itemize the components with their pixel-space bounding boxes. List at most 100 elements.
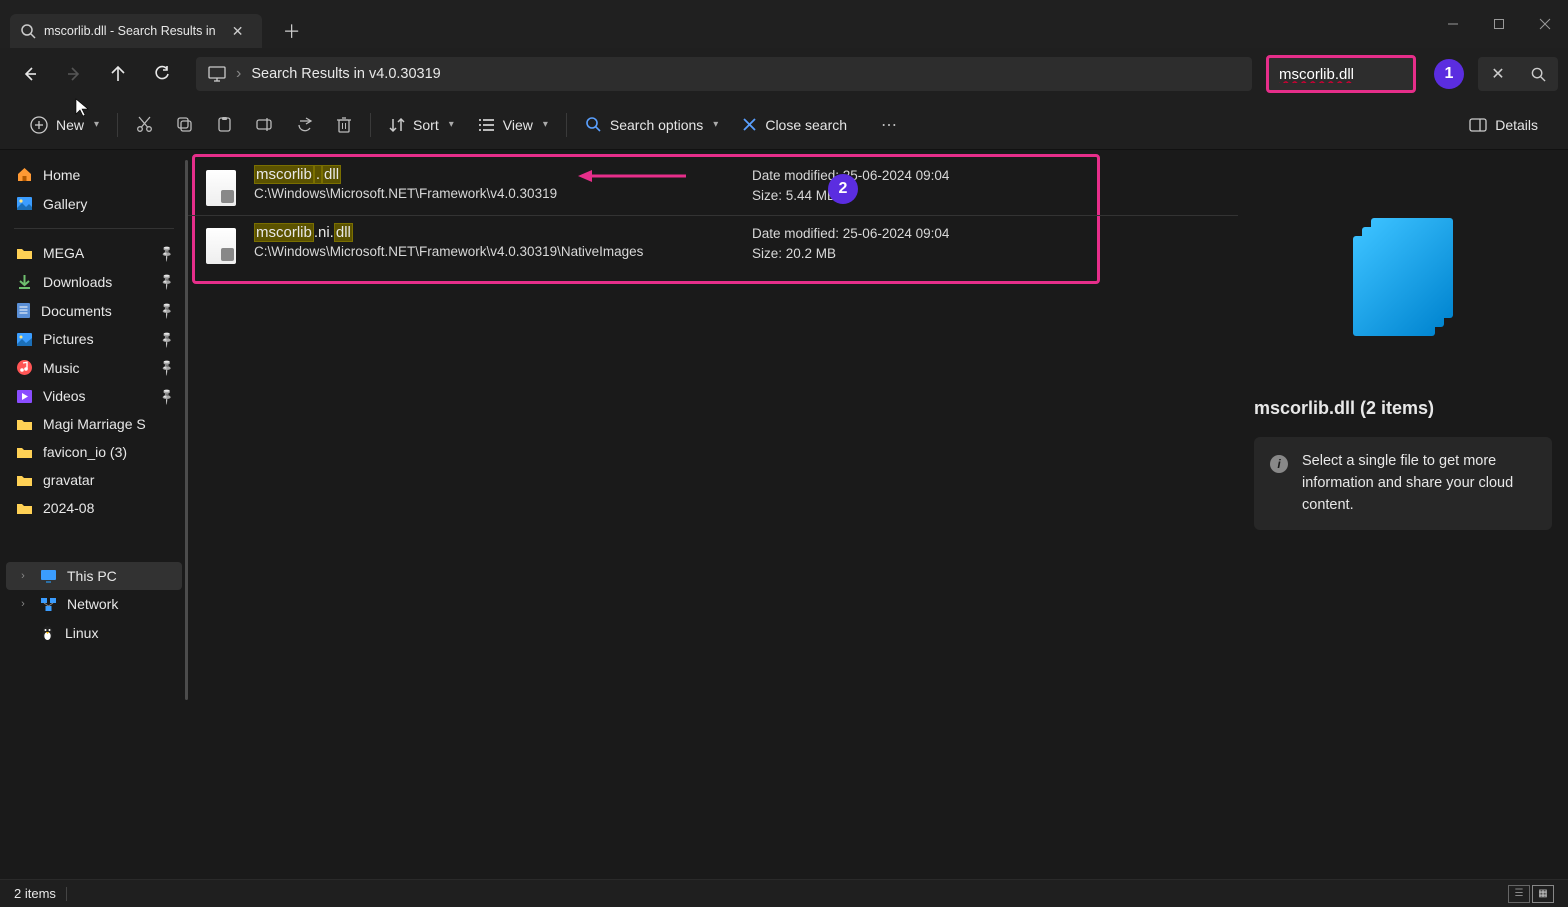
search-result-row[interactable]: mscorlib.ni.dll C:\Windows\Microsoft.NET… xyxy=(188,215,1238,273)
sidebar-folder[interactable]: gravatar xyxy=(6,466,182,494)
sidebar-item-label: gravatar xyxy=(43,472,94,488)
monitor-icon xyxy=(208,66,226,82)
home-icon xyxy=(16,166,33,183)
document-icon xyxy=(16,302,31,319)
view-icon xyxy=(478,118,495,132)
folder-icon xyxy=(16,473,33,487)
search-result-row[interactable]: mscorlib.dll C:\Windows\Microsoft.NET\Fr… xyxy=(188,158,1238,215)
view-details-toggle[interactable]: ☰ xyxy=(1508,885,1530,903)
dll-file-icon xyxy=(206,170,236,206)
annotation-badge-2: 2 xyxy=(828,174,858,204)
tab-title: mscorlib.dll - Search Results in xyxy=(44,24,216,38)
plus-circle-icon xyxy=(30,116,48,134)
music-icon xyxy=(16,359,33,376)
chevron-right-icon[interactable]: › xyxy=(16,598,30,610)
sidebar-mega[interactable]: MEGA xyxy=(6,239,182,267)
paste-button[interactable] xyxy=(204,107,244,143)
window-controls xyxy=(1430,4,1568,44)
tab-close-button[interactable]: ✕ xyxy=(224,17,252,45)
results-area: mscorlib.dll C:\Windows\Microsoft.NET\Fr… xyxy=(188,150,1238,879)
back-button[interactable] xyxy=(10,56,50,92)
result-metadata: Date modified: 25-06-2024 09:04 Size: 20… xyxy=(752,224,949,265)
search-options-icon xyxy=(585,116,602,133)
sort-button[interactable]: Sort▾ xyxy=(377,107,466,143)
sidebar-item-label: Downloads xyxy=(43,274,112,290)
forward-button[interactable] xyxy=(54,56,94,92)
folder-icon xyxy=(16,501,33,515)
active-tab[interactable]: mscorlib.dll - Search Results in ✕ xyxy=(10,14,262,48)
sidebar-documents[interactable]: Documents xyxy=(6,296,182,325)
sidebar-videos[interactable]: Videos xyxy=(6,382,182,410)
sidebar-home[interactable]: Home xyxy=(6,160,182,189)
result-filename: mscorlib.ni.dll xyxy=(254,224,734,241)
details-pane: mscorlib.dll (2 items) i Select a single… xyxy=(1238,150,1568,879)
minimize-button[interactable] xyxy=(1430,4,1476,44)
annotation-arrow xyxy=(578,166,688,186)
folder-icon xyxy=(16,246,33,260)
navigation-sidebar: Home Gallery MEGA Downloads Documents Pi… xyxy=(0,150,188,879)
sidebar-downloads[interactable]: Downloads xyxy=(6,267,182,296)
sidebar-gallery[interactable]: Gallery xyxy=(6,189,182,218)
titlebar: mscorlib.dll - Search Results in ✕ ＋ xyxy=(0,0,1568,48)
delete-button[interactable] xyxy=(324,107,364,143)
cut-button[interactable] xyxy=(124,107,164,143)
status-item-count: 2 items xyxy=(14,886,56,901)
sidebar-item-label: Music xyxy=(43,360,80,376)
close-search-button[interactable]: Close search xyxy=(730,107,859,143)
sidebar-item-label: Videos xyxy=(43,388,86,404)
search-input[interactable] xyxy=(1269,66,1413,83)
sidebar-item-label: 2024-08 xyxy=(43,500,94,516)
folder-icon xyxy=(16,417,33,431)
folder-stack-icon xyxy=(1353,218,1453,338)
dll-file-icon xyxy=(206,228,236,264)
up-button[interactable] xyxy=(98,56,138,92)
info-icon: i xyxy=(1270,455,1288,473)
new-button[interactable]: New▾ xyxy=(18,107,111,143)
search-options-button[interactable]: Search options▾ xyxy=(573,107,730,143)
chevron-right-icon: › xyxy=(236,65,241,83)
result-path: C:\Windows\Microsoft.NET\Framework\v4.0.… xyxy=(254,186,734,201)
sidebar-linux[interactable]: Linux xyxy=(6,618,182,647)
details-title: mscorlib.dll (2 items) xyxy=(1254,398,1434,419)
sidebar-item-label: MEGA xyxy=(43,245,84,261)
search-icon xyxy=(20,23,36,39)
sidebar-item-label: favicon_io (3) xyxy=(43,444,127,460)
video-icon xyxy=(16,389,33,404)
sidebar-network[interactable]: › Network xyxy=(6,590,182,618)
copy-button[interactable] xyxy=(164,107,204,143)
more-button[interactable]: ⋯ xyxy=(869,107,909,143)
search-box-highlight xyxy=(1266,55,1416,93)
annotation-badge-1: 1 xyxy=(1434,59,1464,89)
sidebar-item-label: Gallery xyxy=(43,196,87,212)
sidebar-item-label: This PC xyxy=(67,568,117,584)
sidebar-this pc[interactable]: › This PC xyxy=(6,562,182,590)
rename-button[interactable] xyxy=(244,107,284,143)
chevron-right-icon[interactable]: › xyxy=(16,570,30,582)
close-window-button[interactable] xyxy=(1522,4,1568,44)
sidebar-folder[interactable]: favicon_io (3) xyxy=(6,438,182,466)
address-bar[interactable]: › Search Results in v4.0.30319 xyxy=(196,57,1252,91)
view-button[interactable]: View▾ xyxy=(466,107,560,143)
download-icon xyxy=(16,273,33,290)
view-thumbnails-toggle[interactable]: ▦ xyxy=(1532,885,1554,903)
sidebar-music[interactable]: Music xyxy=(6,353,182,382)
pc-icon xyxy=(40,569,57,584)
sidebar-folder[interactable]: Magi Marriage S xyxy=(6,410,182,438)
search-submit-button[interactable] xyxy=(1518,57,1558,91)
network-icon xyxy=(40,597,57,612)
details-toggle-button[interactable]: Details xyxy=(1457,107,1550,143)
sort-icon xyxy=(389,117,405,133)
refresh-button[interactable] xyxy=(142,56,182,92)
folder-icon xyxy=(16,445,33,459)
sidebar-pictures[interactable]: Pictures xyxy=(6,325,182,353)
sidebar-folder[interactable]: 2024-08 xyxy=(6,494,182,522)
maximize-button[interactable] xyxy=(1476,4,1522,44)
share-button[interactable] xyxy=(284,107,324,143)
clear-search-button[interactable]: ✕ xyxy=(1478,57,1518,91)
sidebar-item-label: Home xyxy=(43,167,80,183)
gallery-icon xyxy=(16,195,33,212)
new-tab-button[interactable]: ＋ xyxy=(272,15,312,47)
address-text: Search Results in v4.0.30319 xyxy=(251,66,440,82)
sidebar-item-label: Magi Marriage S xyxy=(43,416,146,432)
linux-icon xyxy=(40,624,55,641)
